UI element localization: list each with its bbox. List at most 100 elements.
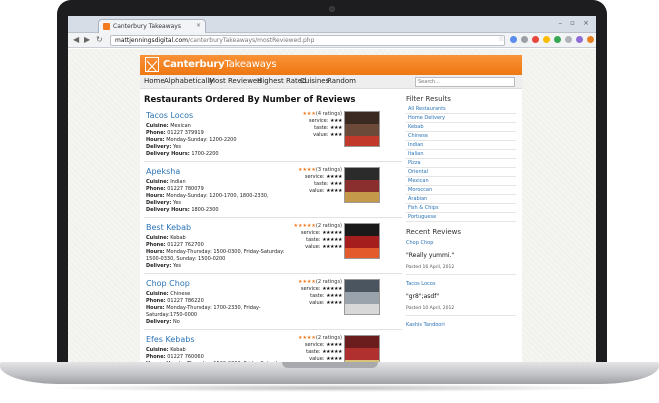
- value-label: value:: [313, 132, 329, 138]
- taste-rating: taste: ★★★: [284, 125, 342, 132]
- restaurant-name-link[interactable]: Tacos Locos: [146, 111, 193, 120]
- overall-rating: ★★★★★(2 ratings): [284, 223, 342, 230]
- filter-link[interactable]: Moroccan: [406, 186, 516, 195]
- filter-link[interactable]: Mexican: [406, 177, 516, 186]
- browser-tab[interactable]: Canterbury Takeaways ×: [98, 19, 206, 33]
- tab-close-icon[interactable]: ×: [196, 22, 201, 29]
- ratings-block: ★★★★(3 ratings) service: ★★★★ taste: ★★★ va…: [284, 167, 343, 195]
- info-label: Cuisine:: [146, 291, 169, 297]
- info-value: Monday-Sunday: 1200-2200: [166, 137, 237, 143]
- restaurant-info: Cuisine: Indian Phone: 01227 780079 Hours:…: [146, 179, 296, 214]
- ratings-block: ★★★★★(2 ratings) service: ★★★★★ taste: ★★★…: [284, 223, 342, 251]
- info-label: Phone:: [146, 298, 166, 304]
- value-rating: value: ★★★★: [284, 300, 342, 307]
- overall-rating: ★★★★(2 ratings): [284, 335, 342, 342]
- info-label: Phone:: [146, 354, 166, 360]
- site-logo[interactable]: CanterburyTakeaways: [163, 59, 277, 70]
- service-stars: ★★★★: [326, 174, 342, 180]
- filter-link[interactable]: Pizza: [406, 159, 516, 168]
- info-value: 01227 786220: [167, 298, 204, 304]
- logo-icon: [145, 57, 159, 73]
- extension-icon[interactable]: [532, 36, 539, 43]
- restaurant-photo[interactable]: [344, 223, 380, 259]
- restaurant-name-link[interactable]: Apeksha: [146, 167, 180, 176]
- service-stars: ★★★★★: [322, 230, 342, 236]
- filter-link[interactable]: Arabian: [406, 195, 516, 204]
- service-label: service:: [304, 342, 325, 348]
- restaurant-item: Apeksha Cuisine: Indian Phone: 01227 78007…: [144, 167, 402, 218]
- review-restaurant-link[interactable]: Chop Chop: [406, 240, 516, 246]
- restaurant-photo[interactable]: [344, 335, 380, 362]
- review-restaurant-link[interactable]: Kashis Tandoori: [406, 322, 516, 328]
- overall-rating: ★★★(4 ratings): [284, 111, 342, 118]
- info-label: Hours:: [146, 249, 165, 255]
- extension-icon[interactable]: [554, 36, 561, 43]
- restaurant-name-link[interactable]: Chop Chop: [146, 279, 190, 288]
- info-value: Yes: [172, 263, 182, 269]
- filter-link[interactable]: Fish & Chips: [406, 204, 516, 213]
- taste-rating: taste: ★★★★: [284, 293, 342, 300]
- nav-alphabetically[interactable]: Alphabetically: [164, 77, 214, 85]
- review-item: Tacos Locos "gr8";asdf" Posted 10 April, 2…: [406, 281, 516, 316]
- review-restaurant-link[interactable]: Tacos Locos: [406, 281, 516, 287]
- sidebar: Filter Results All Restaurants Home Deliv…: [406, 95, 516, 334]
- back-icon[interactable]: ◀: [73, 35, 79, 44]
- info-value: No: [172, 319, 180, 325]
- filter-link[interactable]: All Restaurants: [406, 105, 516, 114]
- extension-icon[interactable]: [521, 36, 528, 43]
- filter-link[interactable]: Home Delivery: [406, 114, 516, 123]
- info-value: Mexican: [170, 123, 191, 129]
- laptop-notch: [282, 362, 378, 368]
- restaurant-photo[interactable]: [344, 111, 380, 147]
- nav-home[interactable]: Home: [144, 77, 165, 85]
- extension-icon[interactable]: [576, 36, 583, 43]
- nav-cuisines[interactable]: Cuisines: [300, 77, 329, 85]
- info-label: Phone:: [146, 186, 166, 192]
- info-value: 1700-2200: [191, 151, 219, 157]
- forward-icon[interactable]: ▶: [84, 35, 90, 44]
- nav-most-reviewed[interactable]: Most Reviewed: [209, 77, 262, 85]
- info-phone: Phone: 01227 780079: [146, 186, 296, 193]
- extension-icon[interactable]: [565, 36, 572, 43]
- info-label: Delivery:: [146, 263, 172, 269]
- info-hours: Hours: Monday-Thursday: 1700-2330, Frida…: [146, 305, 296, 319]
- filter-link[interactable]: Italian: [406, 150, 516, 159]
- filter-link[interactable]: Chinese: [406, 132, 516, 141]
- info-value: 1800-2300: [191, 207, 219, 213]
- site-container: CanterburyTakeaways Home Alphabetically …: [140, 55, 522, 362]
- taste-stars: ★★★★: [326, 293, 342, 299]
- taste-stars: ★★★: [330, 125, 342, 131]
- restaurant-photo[interactable]: [344, 167, 380, 203]
- info-label: Delivery:: [146, 200, 172, 206]
- extension-icon[interactable]: [510, 36, 517, 43]
- address-bar[interactable]: mattjenningsdigital.com/canterburyTakeaw…: [110, 35, 505, 46]
- reload-icon[interactable]: ↻: [96, 35, 103, 44]
- service-stars: ★★★★: [326, 342, 342, 348]
- bookmark-star-icon[interactable]: ☆: [498, 35, 504, 43]
- extension-icon[interactable]: [587, 36, 594, 43]
- filter-link[interactable]: Portuguese: [406, 213, 516, 222]
- info-value: Yes: [172, 200, 182, 206]
- extension-icon[interactable]: [543, 36, 550, 43]
- restaurant-name-link[interactable]: Best Kebab: [146, 223, 191, 232]
- search-input[interactable]: [415, 77, 515, 87]
- taste-rating: taste: ★★★★★: [284, 237, 342, 244]
- nav-random[interactable]: Random: [327, 77, 356, 85]
- window-controls[interactable]: – ▫ ×: [558, 19, 592, 27]
- restaurant-item: Best Kebab Cuisine: Kebab Phone: 01227 762…: [144, 223, 402, 274]
- service-label: service:: [304, 174, 325, 180]
- taste-label: taste:: [314, 125, 329, 131]
- filter-link[interactable]: Indian: [406, 141, 516, 150]
- restaurant-photo[interactable]: [344, 279, 380, 315]
- info-hours: Hours: Monday-Sunday: 1200-1700, 1800-23…: [146, 193, 296, 200]
- filter-link[interactable]: Kebab: [406, 123, 516, 132]
- taste-stars: ★★★★★: [322, 237, 342, 243]
- service-rating: service: ★★★: [284, 118, 343, 125]
- restaurant-info: Cuisine: KebabPhone: 01227 760060Hours: …: [146, 347, 296, 362]
- filter-link[interactable]: Oriental: [406, 168, 516, 177]
- review-list: Chop Chop "Really yummi." Posted 16 April,…: [406, 240, 516, 328]
- restaurant-name-link[interactable]: Efes Kebabs: [146, 335, 195, 344]
- service-rating: service: ★★★★: [284, 174, 343, 181]
- info-cuisine: Cuisine: Mexican: [146, 123, 296, 130]
- rating-count: (4 ratings): [315, 111, 342, 117]
